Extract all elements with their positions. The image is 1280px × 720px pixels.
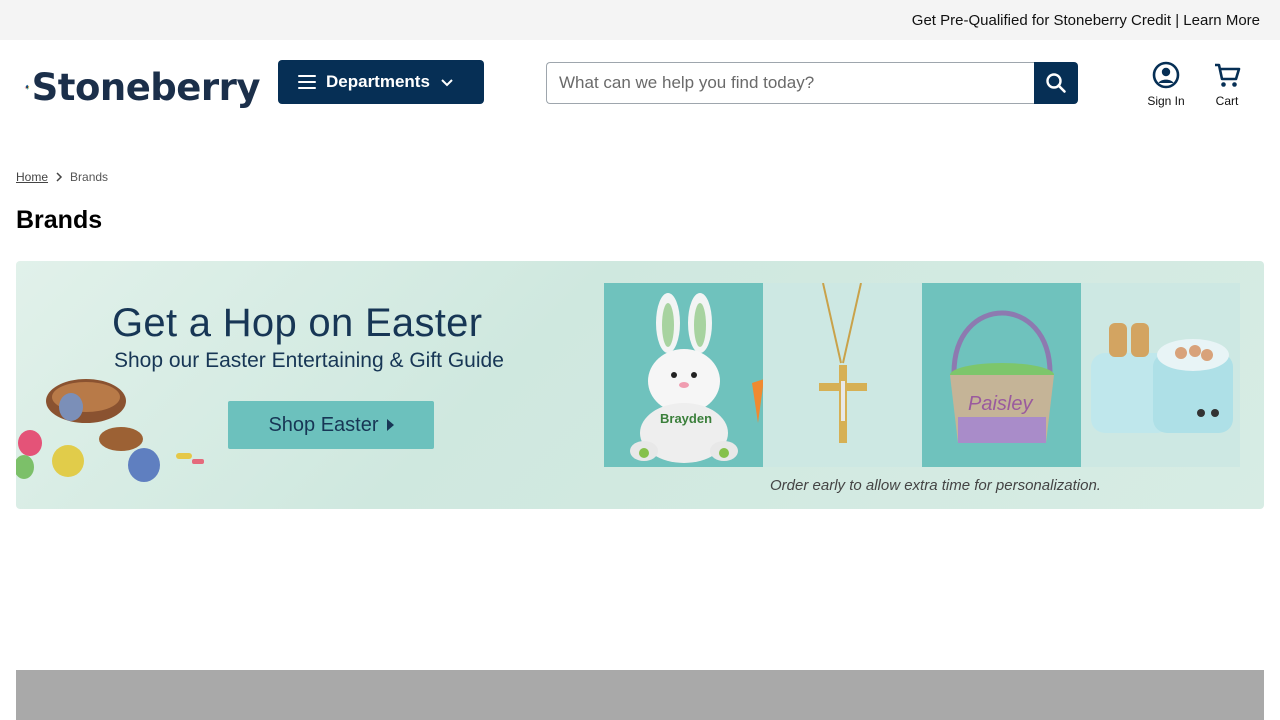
- crucifix-necklace-image: [819, 283, 867, 443]
- user-account-icon: [1152, 61, 1180, 89]
- stoneberry-logo-icon: [24, 84, 30, 90]
- sign-in-link[interactable]: Sign In: [1143, 60, 1189, 108]
- breadcrumb-home-link[interactable]: Home: [16, 170, 48, 184]
- shop-easter-button[interactable]: Shop Easter: [228, 401, 434, 449]
- easter-basket-panel: Paisley: [922, 283, 1081, 467]
- shopping-cart-icon: [1215, 63, 1241, 87]
- departments-button[interactable]: Departments: [278, 60, 484, 104]
- site-header: Stoneberry Departments Sign In: [0, 40, 1280, 128]
- search-icon: [1046, 73, 1066, 93]
- bunny-plush-image: [630, 293, 763, 463]
- page-title: Brands: [16, 206, 103, 234]
- banner-headline: Get a Hop on Easter: [112, 301, 483, 345]
- cart-link[interactable]: Cart: [1207, 60, 1247, 108]
- crucifix-necklace-panel: [763, 283, 922, 467]
- logo-wordmark: Stoneberry: [31, 65, 261, 109]
- easter-eggs-illustration: [16, 379, 204, 482]
- chevron-down-icon: [441, 79, 453, 87]
- product-panels: Brayden Paisley: [604, 283, 1240, 467]
- breadcrumb-current: Brands: [70, 170, 109, 184]
- breakfast-station-panel: [1081, 283, 1240, 467]
- search-button[interactable]: [1034, 62, 1078, 104]
- banner-subheadline: Shop our Easter Entertaining & Gift Guid…: [114, 349, 504, 372]
- banner-note: Order early to allow extra time for pers…: [770, 477, 1101, 494]
- breadcrumb: Home Brands: [16, 170, 108, 184]
- content-placeholder-block: [16, 670, 1264, 720]
- hamburger-icon: [298, 75, 316, 89]
- shop-easter-label: Shop Easter: [268, 413, 379, 436]
- bunny-plush-panel: Brayden: [604, 283, 763, 467]
- cart-label: Cart: [1215, 94, 1239, 108]
- promo-bar: Get Pre-Qualified for Stoneberry Credit …: [0, 0, 1280, 40]
- departments-label: Departments: [326, 72, 430, 91]
- breakfast-station-image: [1091, 323, 1233, 433]
- search-bar: [546, 62, 1078, 104]
- promo-credit-link[interactable]: Get Pre-Qualified for Stoneberry Credit …: [912, 12, 1260, 29]
- bunny-name-label: Brayden: [660, 411, 713, 426]
- chevron-right-icon: [56, 172, 63, 182]
- sign-in-label: Sign In: [1147, 94, 1185, 108]
- easter-promo-banner[interactable]: Get a Hop on Easter Shop our Easter Ente…: [16, 261, 1264, 509]
- stoneberry-logo[interactable]: Stoneberry: [24, 64, 261, 110]
- easter-basket-image: [950, 310, 1054, 443]
- play-arrow-icon: [386, 419, 394, 431]
- search-input[interactable]: [546, 62, 1034, 104]
- basket-name-label: Paisley: [968, 393, 1033, 415]
